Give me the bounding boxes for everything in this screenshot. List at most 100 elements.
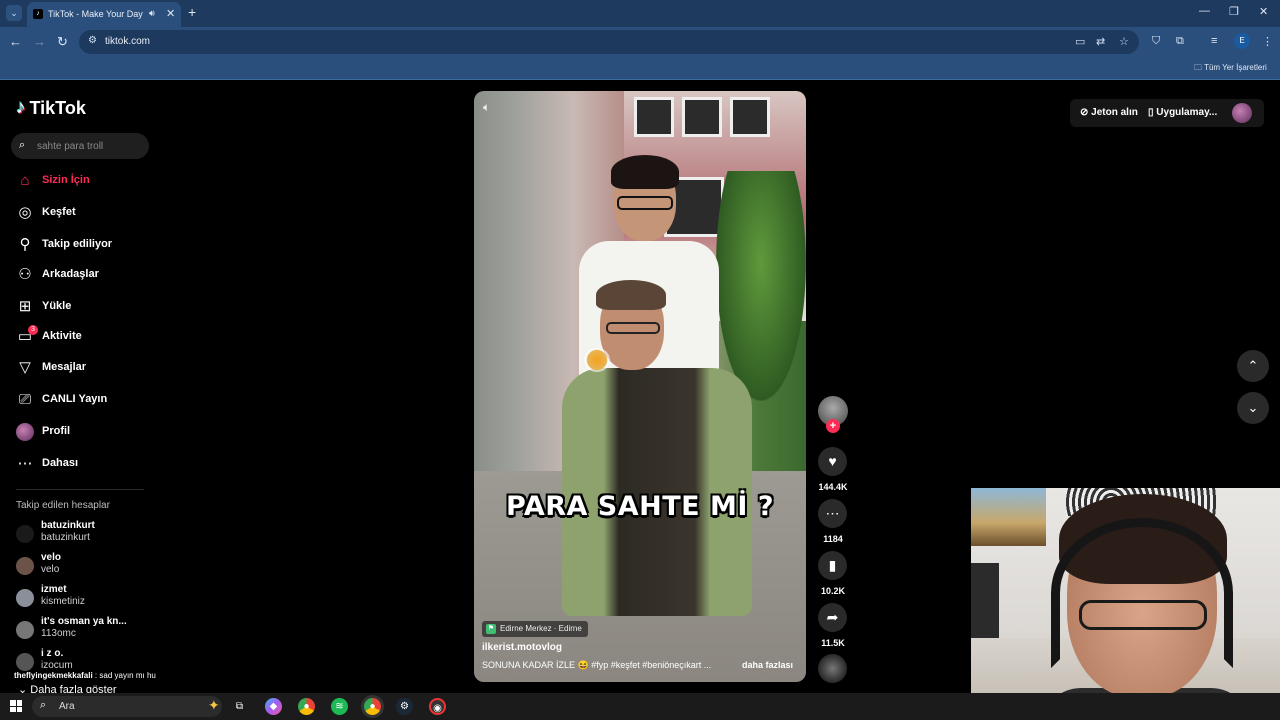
get-app-button[interactable]: ▯ Uygulamay... — [1148, 107, 1217, 118]
nav-item-following[interactable]: ⚲ Takip ediliyor — [14, 232, 154, 258]
sidebar-divider — [16, 489, 144, 490]
video-person-man — [562, 280, 752, 616]
search-box[interactable]: ⌕ — [11, 133, 149, 159]
like-button[interactable]: ♥ — [818, 447, 847, 476]
restore-icon[interactable]: ❐ — [1229, 5, 1239, 18]
address-bar[interactable]: ⚙ tiktok.com ▭ ⇄ ☆ — [79, 30, 1139, 54]
steam-icon[interactable]: ⚙ — [396, 698, 413, 715]
taskbar-search[interactable]: ⌕ Ara ✦ — [32, 696, 222, 717]
following-account[interactable]: velo velo — [14, 552, 154, 578]
video-player[interactable]: PARA SAHTE Mİ ? 🔈︎ ⚑ Edirne Merkez · Edi… — [474, 91, 806, 682]
avatar[interactable] — [1232, 103, 1252, 123]
minimize-icon[interactable]: — — [1199, 5, 1210, 17]
windows-start-icon[interactable] — [10, 700, 22, 712]
save-button[interactable]: ▮ — [818, 551, 847, 580]
obs-record-icon[interactable]: ◉ — [429, 698, 446, 715]
browser-profile-avatar[interactable]: E — [1234, 33, 1250, 49]
tab-groups-icon[interactable]: ≡ — [1211, 35, 1217, 47]
person-follow-icon: ⚲ — [19, 236, 31, 253]
volume-icon[interactable]: 🔈︎ — [483, 100, 490, 115]
video-hair — [611, 155, 679, 189]
bookmark-star-icon[interactable]: ☆ — [1119, 35, 1129, 48]
search-input[interactable] — [37, 137, 142, 155]
nav-item-live[interactable]: ⎚ CANLI Yayın — [14, 387, 154, 413]
all-bookmarks-label: Tüm Yer İşaretleri — [1204, 63, 1267, 72]
forward-button[interactable]: → — [33, 34, 46, 49]
heart-icon: ♥ — [828, 453, 837, 469]
caption-more-button[interactable]: daha fazlası — [742, 660, 793, 670]
comment-icon: ⋯ — [825, 505, 840, 521]
comment-button[interactable]: ⋯ — [818, 499, 847, 528]
tab-close-icon[interactable]: ✕ — [166, 7, 175, 20]
nav-item-more[interactable]: ⋯ Dahası — [14, 451, 154, 477]
tab-title: TikTok - Make Your Day — [48, 9, 143, 19]
following-account[interactable]: it's osman ya kn... 113omc — [14, 616, 154, 642]
search-icon[interactable]: ⌕ — [19, 139, 25, 152]
tab-audio-icon[interactable]: 🔊︎ — [149, 8, 155, 19]
back-button[interactable]: ← — [9, 34, 22, 49]
video-window — [682, 97, 722, 137]
location-label: Edirne Merkez · Edirne — [500, 624, 582, 633]
avatar — [16, 589, 34, 607]
following-account[interactable]: izmet kismetiniz — [14, 584, 154, 610]
window-close-icon[interactable]: ✕ — [1259, 5, 1268, 18]
new-tab-button[interactable]: + — [188, 4, 196, 20]
video-caption: SONUNA KADAR İZLE 😆 #fyp #keşfet #beniön… — [482, 660, 712, 670]
video-hair — [596, 280, 666, 310]
extensions-icon[interactable]: ⧉ — [1176, 35, 1184, 48]
video-author[interactable]: ilkerist.motovlog — [482, 642, 562, 653]
next-video-button[interactable]: ⌄ — [1237, 392, 1269, 424]
browser-tab-tiktok[interactable]: ♪ TikTok - Make Your Day 🔊︎ ✕ — [27, 2, 181, 27]
home-icon: ⌂ — [20, 172, 30, 189]
chrome-active-icon[interactable]: ● — [364, 698, 381, 715]
avatar — [16, 423, 34, 441]
chat-user: theflyingekmekkafali — [14, 671, 93, 680]
compass-icon: ◎ — [18, 204, 32, 221]
messages-icon: ▽ — [19, 359, 31, 376]
all-bookmarks-button[interactable]: 🗀 Tüm Yer İşaretleri — [1194, 62, 1267, 76]
account-handle: kismetiniz — [41, 596, 85, 607]
like-count: 144.4K — [818, 482, 848, 492]
task-view-icon[interactable]: ⧉ — [231, 698, 248, 715]
get-coins-button[interactable]: ⊘ Jeton alın — [1080, 107, 1138, 118]
chrome-icon[interactable]: ● — [298, 698, 315, 715]
site-settings-icon[interactable]: ⚙ — [88, 35, 97, 46]
previous-video-button[interactable]: ⌃ — [1237, 350, 1269, 382]
nav-item-for-you[interactable]: ⌂ Sizin İçin — [14, 168, 154, 194]
cast-icon[interactable]: ▭ — [1075, 35, 1085, 48]
share-arrow-icon: ➦ — [826, 609, 839, 625]
tab-search-menu-icon[interactable]: ⌄ — [6, 5, 22, 21]
follow-plus-icon[interactable]: + — [826, 419, 840, 433]
address-url: tiktok.com — [105, 36, 151, 47]
nav-item-profile[interactable]: Profil — [14, 419, 154, 445]
chat-overlay-line: theflyingekmekkafali : sad yayın mı hu — [14, 671, 156, 680]
nav-label: Mesajlar — [42, 361, 87, 373]
taskbar-search-label: Ara — [59, 701, 75, 712]
account-name: velo — [41, 552, 62, 563]
music-disc-icon[interactable] — [818, 654, 847, 683]
location-pin-icon: ⚑ — [486, 624, 496, 634]
following-account[interactable]: batuzinkurt batuzinkurt — [14, 520, 154, 546]
translate-icon[interactable]: ⇄ — [1096, 35, 1105, 48]
share-button[interactable]: ➦ — [818, 603, 847, 632]
nav-item-explore[interactable]: ◎ Keşfet — [14, 200, 154, 226]
app-label: Uygulamay... — [1156, 107, 1218, 118]
nav-item-friends[interactable]: ⚇ Arkadaşlar — [14, 262, 154, 288]
location-chip[interactable]: ⚑ Edirne Merkez · Edirne — [482, 621, 588, 637]
tiktok-logo[interactable]: ♪ TikTok — [16, 97, 86, 119]
reload-button[interactable]: ↻ — [57, 34, 68, 50]
shield-extension-icon[interactable]: ⛉ — [1152, 35, 1160, 48]
webcam-glasses — [1079, 600, 1207, 630]
browser-menu-icon[interactable]: ⋮ — [1262, 35, 1273, 48]
account-handle: batuzinkurt — [41, 532, 90, 543]
copilot-icon[interactable]: ◆ — [265, 698, 282, 715]
live-icon: ⎚ — [18, 391, 31, 408]
nav-item-upload[interactable]: ⊞ Yükle — [14, 294, 154, 320]
nav-item-activity[interactable]: ▭ 3 Aktivite — [14, 324, 154, 350]
video-window — [634, 97, 674, 137]
browser-toolbar: ← → ↻ ⚙ tiktok.com ▭ ⇄ ☆ ⛉ ⧉ ≡ E ⋮ — [0, 27, 1280, 57]
nav-label: Profil — [42, 425, 71, 437]
webcam-overlay — [971, 488, 1280, 720]
nav-item-messages[interactable]: ▽ Mesajlar — [14, 355, 154, 381]
spotify-icon[interactable]: ≋ — [331, 698, 348, 715]
